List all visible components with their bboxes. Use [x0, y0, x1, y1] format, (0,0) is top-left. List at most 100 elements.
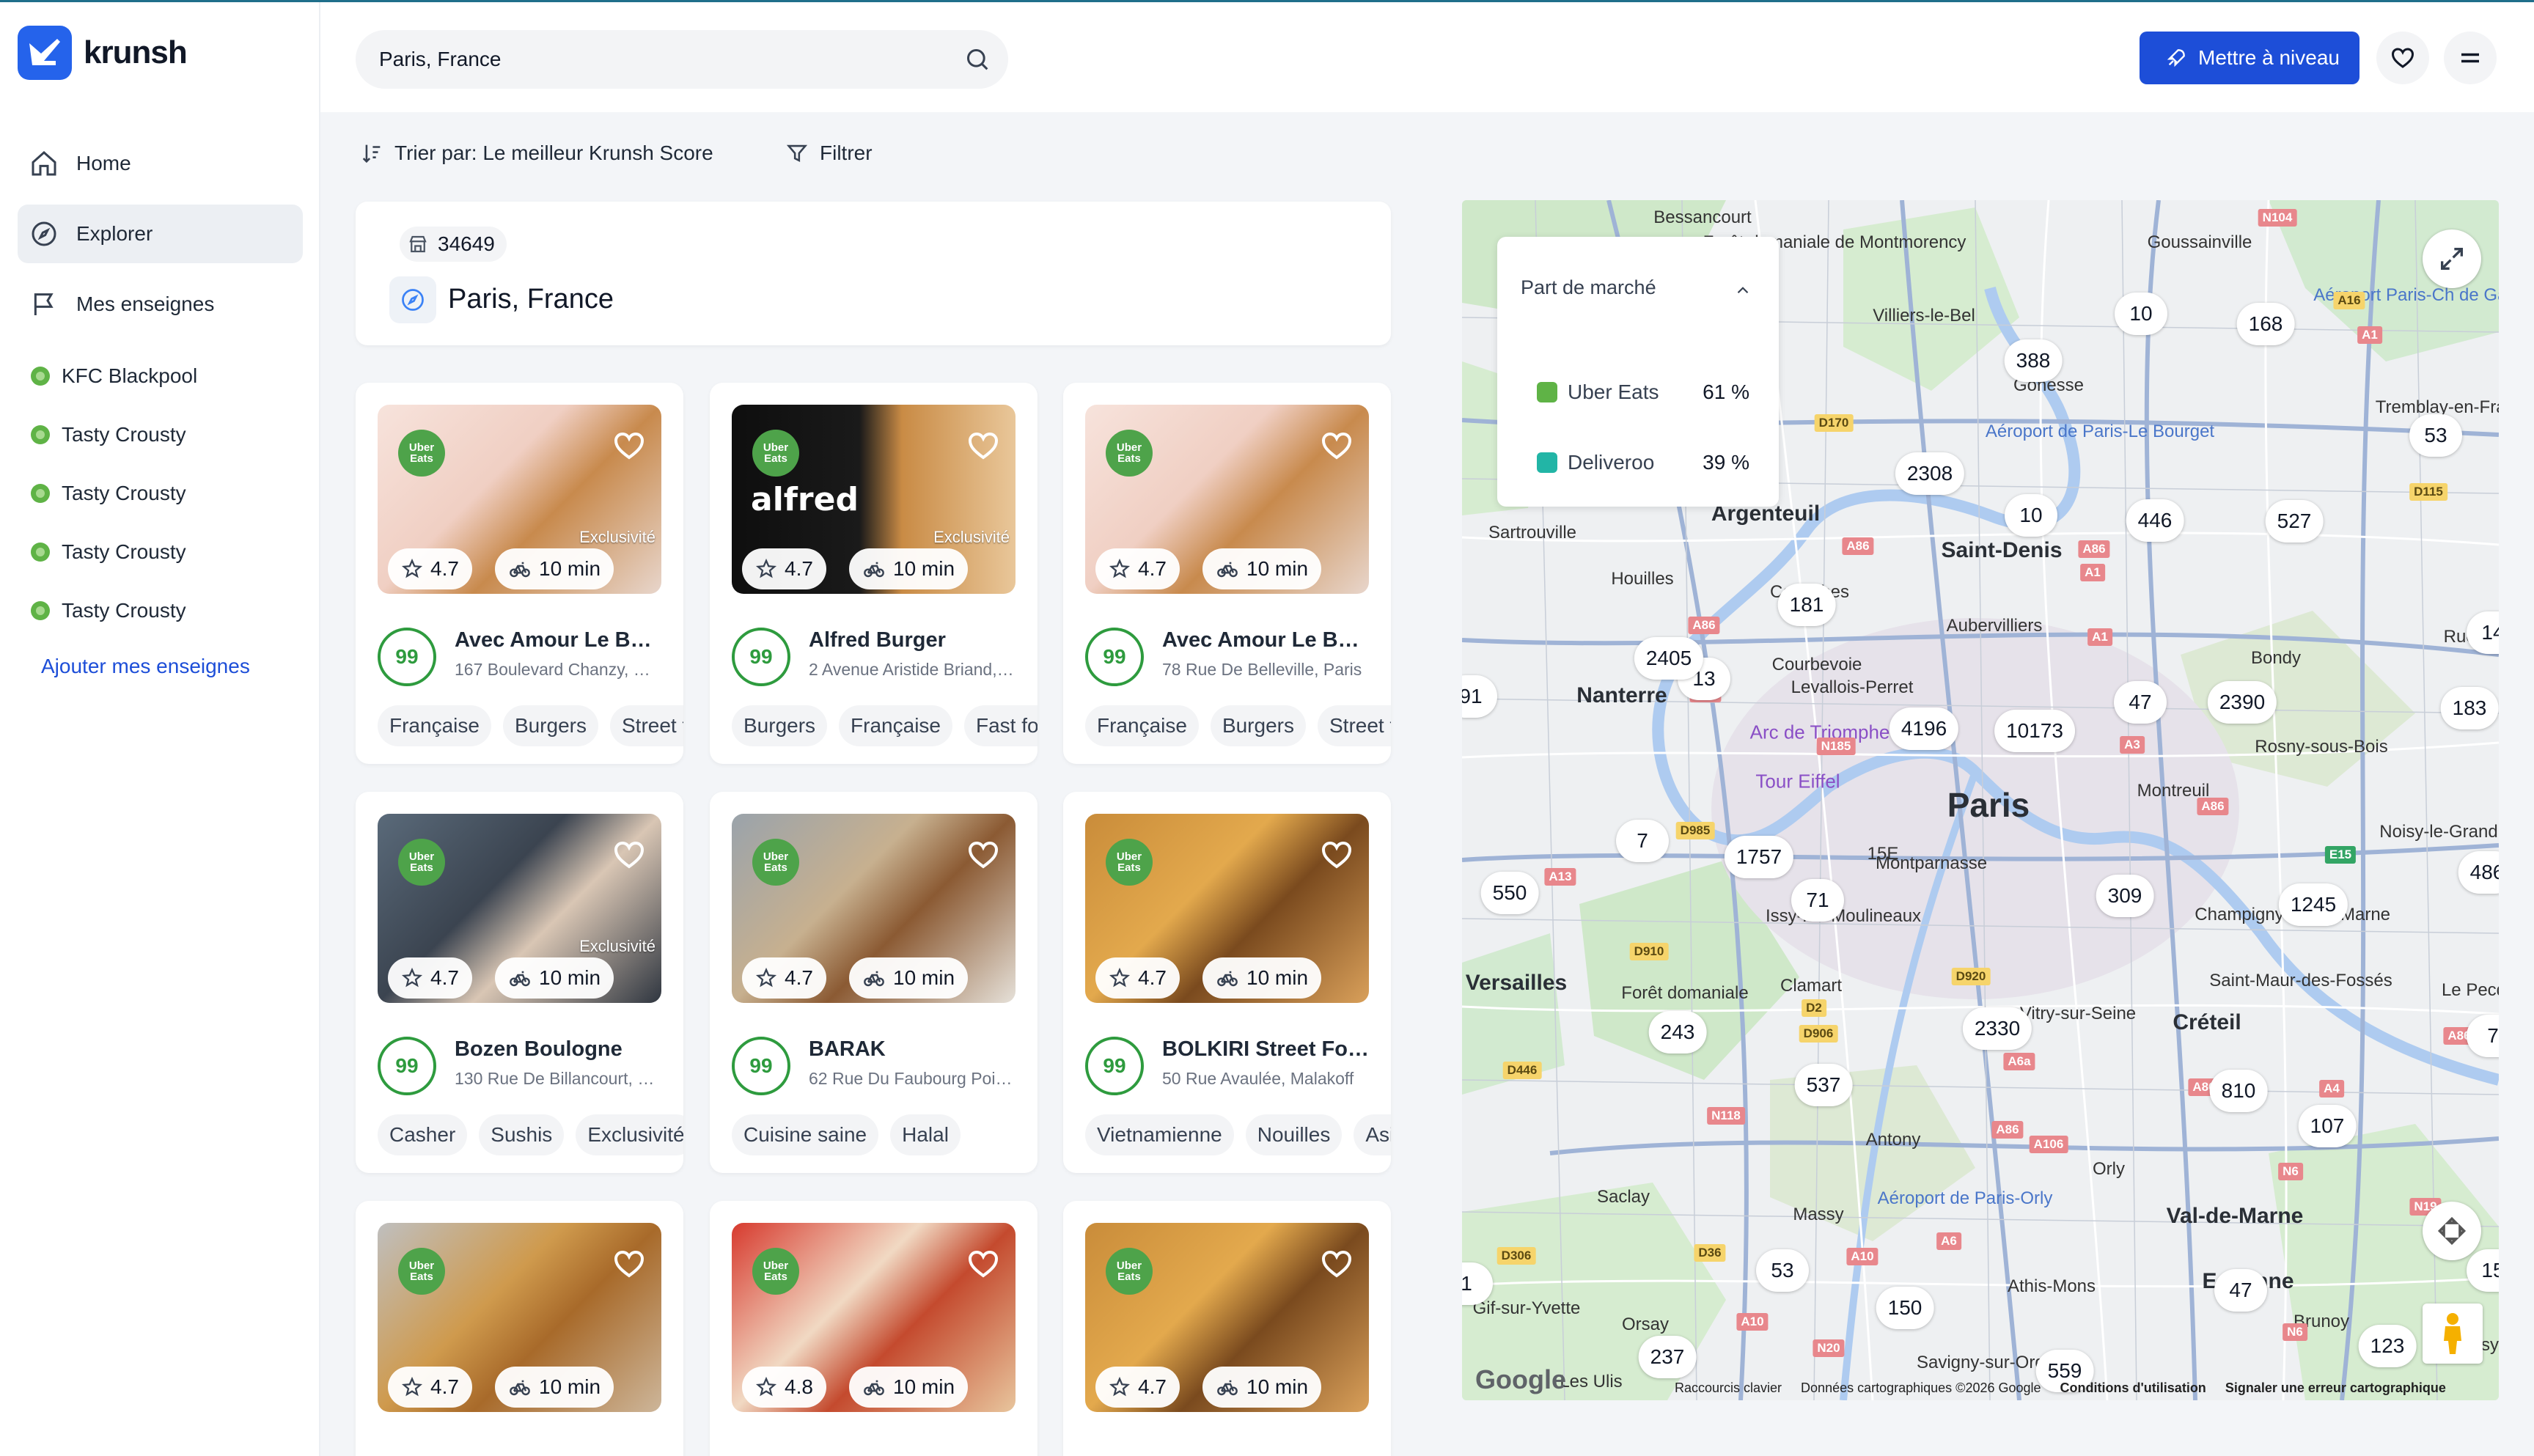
- restaurant-card[interactable]: Uber Eats 4.7 10 min 99 Avec Amour Le Bu…: [1063, 383, 1391, 764]
- cuisine-tag[interactable]: Française: [378, 705, 491, 746]
- map-camera-control[interactable]: [2423, 1202, 2481, 1260]
- heart-icon[interactable]: [966, 428, 1001, 463]
- map-count-marker[interactable]: 10: [2115, 293, 2167, 335]
- restaurant-card[interactable]: Uber Eats 4.8 10 min: [710, 1201, 1038, 1456]
- restaurant-card[interactable]: Uber Eats 4.7 10 min 99 BARAK 62 Rue Du …: [710, 792, 1038, 1173]
- map-count-marker[interactable]: 237: [1638, 1336, 1697, 1378]
- market-share-pct: 39 %: [1703, 451, 1749, 474]
- brand-item[interactable]: Tasty Crousty: [18, 464, 303, 523]
- map-count-marker[interactable]: 183: [2440, 687, 2499, 729]
- restaurant-card[interactable]: Uber Eats 4.7 10 min 99 BOLKIRI Street F…: [1063, 792, 1391, 1173]
- search-icon[interactable]: [963, 45, 992, 74]
- menu-button[interactable]: [2444, 32, 2497, 84]
- map-count-marker[interactable]: 7: [1616, 820, 1669, 862]
- map-count-marker[interactable]: 537: [1794, 1064, 1853, 1106]
- search-input[interactable]: Paris, France: [356, 30, 1008, 89]
- map-count-marker[interactable]: 446: [2126, 499, 2184, 542]
- star-icon: [755, 967, 777, 988]
- filter-button[interactable]: Filtrer: [785, 141, 873, 166]
- map-count-marker[interactable]: 181: [1777, 584, 1836, 626]
- map-count-marker[interactable]: 4196: [1889, 707, 1959, 750]
- map-count-marker[interactable]: 2330: [1962, 1007, 2032, 1050]
- cuisine-tag[interactable]: Vietnamienne: [1085, 1114, 1234, 1155]
- map-count-marker[interactable]: 10: [2005, 494, 2057, 537]
- sort-control[interactable]: Trier par: Le meilleur Krunsh Score: [359, 141, 713, 166]
- cuisine-tag[interactable]: Française: [839, 705, 952, 746]
- poi-tour-eiffel[interactable]: Tour Eiffel: [1755, 771, 1840, 793]
- map-count-marker[interactable]: 168: [2236, 303, 2295, 345]
- restaurant-card[interactable]: Uber Eats 4.7 10 min: [356, 1201, 683, 1456]
- map-count-marker[interactable]: 150: [1876, 1287, 1934, 1329]
- map-count-marker[interactable]: 2390: [2207, 681, 2277, 724]
- poi-airport-orly[interactable]: Aéroport de Paris-Orly: [1878, 1188, 2053, 1209]
- cuisine-tag[interactable]: Street food: [609, 705, 683, 746]
- map-count-marker[interactable]: 107: [2298, 1105, 2357, 1147]
- brand-item[interactable]: Tasty Crousty: [18, 405, 303, 464]
- map-count-marker[interactable]: 53: [2409, 414, 2462, 457]
- cuisine-tag[interactable]: Exclusivité: [576, 1114, 683, 1155]
- map-count-marker[interactable]: 550: [1480, 872, 1539, 914]
- cuisine-tag[interactable]: Burgers: [502, 705, 598, 746]
- map-count-marker[interactable]: 53: [1756, 1249, 1809, 1292]
- restaurant-card[interactable]: Uber Eats alfred Exclusivité 4.7 10 min …: [710, 383, 1038, 764]
- cuisine-tag[interactable]: Burgers: [1210, 705, 1306, 746]
- nav-item-explore[interactable]: Explorer: [18, 205, 303, 263]
- cuisine-tag[interactable]: Halal: [890, 1114, 961, 1155]
- market-share-pct: 61 %: [1703, 380, 1749, 403]
- poi-airport-le-bourget[interactable]: Aéroport de Paris-Le Bourget: [1986, 422, 2214, 442]
- map-count-marker[interactable]: 47: [2114, 681, 2167, 724]
- map-count-marker[interactable]: 309: [2096, 875, 2154, 917]
- heart-icon[interactable]: [612, 1246, 647, 1282]
- map-count-marker[interactable]: 810: [2209, 1070, 2268, 1112]
- map-count-marker[interactable]: 1245: [2278, 883, 2348, 926]
- cuisine-tag[interactable]: Asiatique: [1354, 1114, 1391, 1155]
- brand-item[interactable]: Tasty Crousty: [18, 581, 303, 640]
- cuisine-tag[interactable]: Street food: [1317, 705, 1391, 746]
- add-brands-link[interactable]: Ajouter mes enseignes: [41, 655, 250, 678]
- map-count-marker[interactable]: 2405: [1634, 637, 1704, 680]
- app-logo[interactable]: krunsh: [18, 26, 188, 80]
- brand-item[interactable]: KFC Blackpool: [18, 347, 303, 405]
- attribution-report[interactable]: Signaler une erreur cartographique: [2225, 1380, 2446, 1396]
- heart-icon[interactable]: [1319, 1246, 1354, 1282]
- chevron-up-icon[interactable]: [1733, 281, 1752, 300]
- brand-item[interactable]: Tasty Crousty: [18, 523, 303, 581]
- heart-icon[interactable]: [612, 837, 647, 872]
- cuisine-tag[interactable]: Casher: [378, 1114, 468, 1155]
- uber-eats-icon: [31, 601, 50, 620]
- heart-icon[interactable]: [966, 837, 1001, 872]
- cuisine-tag[interactable]: Fast food: [963, 705, 1038, 746]
- map-count-marker[interactable]: 47: [2214, 1269, 2267, 1312]
- cuisine-tag[interactable]: Sushis: [479, 1114, 565, 1155]
- cuisine-tag[interactable]: Française: [1085, 705, 1199, 746]
- restaurant-card[interactable]: Uber Eats 4.7 10 min: [1063, 1201, 1391, 1456]
- nav-item-brands[interactable]: Mes enseignes: [18, 275, 303, 334]
- map-count-marker[interactable]: 388: [2004, 339, 2063, 382]
- attribution-terms[interactable]: Conditions d'utilisation: [2060, 1380, 2206, 1396]
- map-count-marker[interactable]: 2308: [1895, 452, 1965, 495]
- cuisine-tag[interactable]: Burgers: [732, 705, 828, 746]
- rating-pill: 4.8: [742, 1367, 826, 1408]
- map-count-marker[interactable]: 1757: [1724, 836, 1794, 878]
- fullscreen-button[interactable]: [2423, 229, 2481, 288]
- upgrade-button[interactable]: Mettre à niveau: [2140, 32, 2359, 84]
- heart-icon[interactable]: [1319, 837, 1354, 872]
- map-count-marker[interactable]: 243: [1648, 1011, 1707, 1054]
- favorites-button[interactable]: [2376, 32, 2429, 84]
- restaurant-card[interactable]: Uber Eats Exclusivité 4.7 10 min 99 Avec…: [356, 383, 683, 764]
- map-count-marker[interactable]: 527: [2265, 500, 2324, 543]
- map-count-marker[interactable]: 486: [2458, 851, 2499, 894]
- attribution-shortcuts[interactable]: Raccourcis clavier: [1675, 1380, 1782, 1396]
- map-count-marker[interactable]: 123: [2358, 1325, 2417, 1367]
- map-count-marker[interactable]: 71: [1791, 879, 1844, 922]
- heart-icon[interactable]: [612, 428, 647, 463]
- nav-item-home[interactable]: Home: [18, 134, 303, 193]
- map[interactable]: Paris Argenteuil Saint-Denis Nanterre Ve…: [1462, 200, 2499, 1400]
- restaurant-card[interactable]: Uber Eats Exclusivité 4.7 10 min 99 Boze…: [356, 792, 683, 1173]
- cuisine-tag[interactable]: Nouilles: [1245, 1114, 1343, 1155]
- street-view-pegman[interactable]: [2423, 1304, 2483, 1364]
- heart-icon[interactable]: [966, 1246, 1001, 1282]
- map-count-marker[interactable]: 10173: [1994, 710, 2075, 752]
- heart-icon[interactable]: [1319, 428, 1354, 463]
- cuisine-tag[interactable]: Cuisine saine: [732, 1114, 879, 1155]
